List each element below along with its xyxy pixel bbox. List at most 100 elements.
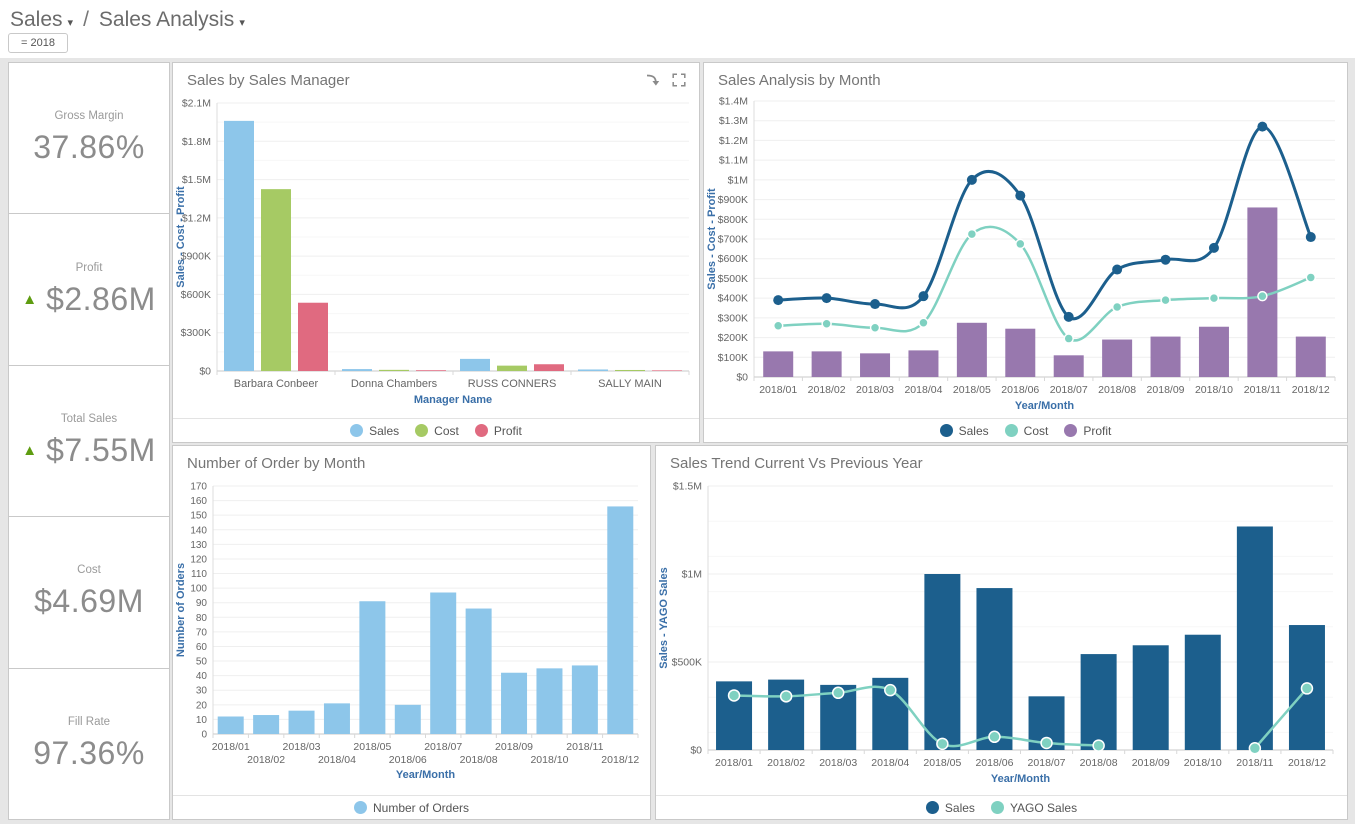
marker-cost[interactable] (1113, 303, 1122, 312)
marker-sales[interactable] (918, 291, 928, 301)
marker-sales[interactable] (1161, 255, 1171, 265)
marker-sales[interactable] (1306, 232, 1316, 242)
breadcrumb-dashboard-group[interactable]: Sales ▾ (10, 8, 73, 32)
breadcrumb-dashboard-name[interactable]: Sales Analysis ▾ (99, 8, 245, 32)
bar-profit[interactable] (416, 370, 446, 371)
bar-number-of-orders[interactable] (253, 715, 279, 734)
bar-number-of-orders[interactable] (359, 601, 385, 734)
bar-sales[interactable] (1237, 526, 1273, 750)
legend-item-sales[interactable]: Sales (350, 424, 399, 438)
marker-yago-sales[interactable] (1249, 743, 1260, 754)
marker-yago-sales[interactable] (989, 731, 1000, 742)
marker-cost[interactable] (1306, 273, 1315, 282)
kpi-card-total-sales[interactable]: Total Sales▲$7.55M (8, 365, 170, 517)
marker-cost[interactable] (967, 230, 976, 239)
bar-number-of-orders[interactable] (430, 592, 456, 734)
bar-sales[interactable] (1133, 645, 1169, 750)
kpi-card-profit[interactable]: Profit▲$2.86M (8, 213, 170, 365)
legend-item-profit[interactable]: Profit (1064, 424, 1111, 438)
chart-sales-analysis-by-month[interactable]: $0$100K$200K$300K$400K$500K$600K$700K$80… (704, 95, 1347, 413)
legend-item-sales[interactable]: Sales (926, 801, 975, 815)
bar-profit[interactable] (652, 370, 682, 371)
marker-cost[interactable] (1258, 292, 1267, 301)
chart-sales-by-manager[interactable]: $0$300K$600K$900K$1.2M$1.5M$1.8M$2.1MBar… (173, 95, 699, 413)
marker-cost[interactable] (822, 319, 831, 328)
marker-yago-sales[interactable] (937, 738, 948, 749)
bar-sales[interactable] (924, 574, 960, 750)
drill-down-icon[interactable] (645, 72, 661, 88)
bar-profit[interactable] (860, 353, 890, 377)
year-filter-chip[interactable]: = 2018 (8, 33, 68, 53)
bar-number-of-orders[interactable] (501, 673, 527, 734)
bar-number-of-orders[interactable] (536, 668, 562, 734)
x-tick-label: Barbara Conbeer (234, 378, 319, 390)
bar-cost[interactable] (261, 189, 291, 371)
marker-yago-sales[interactable] (781, 691, 792, 702)
bar-number-of-orders[interactable] (395, 705, 421, 734)
bar-sales[interactable] (224, 121, 254, 371)
chart-sales-trend[interactable]: $0$500K$1M$1.5M2018/012018/022018/032018… (656, 478, 1347, 790)
marker-sales[interactable] (870, 299, 880, 309)
marker-yago-sales[interactable] (1093, 740, 1104, 751)
bar-cost[interactable] (497, 366, 527, 371)
bar-sales[interactable] (976, 588, 1012, 750)
marker-sales[interactable] (822, 293, 832, 303)
legend-item-cost[interactable]: Cost (1005, 424, 1049, 438)
bar-profit[interactable] (1296, 337, 1326, 377)
bar-sales[interactable] (578, 369, 608, 371)
marker-yago-sales[interactable] (1041, 737, 1052, 748)
marker-yago-sales[interactable] (833, 687, 844, 698)
kpi-card-fill-rate[interactable]: Fill Rate97.36% (8, 668, 170, 820)
bar-number-of-orders[interactable] (607, 506, 633, 734)
expand-icon[interactable] (671, 72, 687, 88)
marker-cost[interactable] (774, 321, 783, 330)
marker-sales[interactable] (967, 175, 977, 185)
kpi-card-cost[interactable]: Cost$4.69M (8, 516, 170, 668)
legend-item-cost[interactable]: Cost (415, 424, 459, 438)
marker-cost[interactable] (919, 318, 928, 327)
marker-sales[interactable] (1064, 312, 1074, 322)
bar-profit[interactable] (1151, 337, 1181, 377)
marker-sales[interactable] (1112, 265, 1122, 275)
legend-item-profit[interactable]: Profit (475, 424, 522, 438)
kpi-card-gross-margin[interactable]: Gross Margin37.86% (8, 62, 170, 214)
bar-profit[interactable] (298, 303, 328, 371)
bar-profit[interactable] (1005, 329, 1035, 377)
marker-yago-sales[interactable] (1301, 683, 1312, 694)
marker-cost[interactable] (1209, 294, 1218, 303)
bar-number-of-orders[interactable] (289, 711, 315, 734)
marker-cost[interactable] (1161, 296, 1170, 305)
marker-cost[interactable] (871, 323, 880, 332)
bar-profit[interactable] (763, 351, 793, 377)
marker-sales[interactable] (773, 295, 783, 305)
bar-number-of-orders[interactable] (572, 665, 598, 734)
bar-sales[interactable] (1185, 635, 1221, 750)
legend-item-number-of-orders[interactable]: Number of Orders (354, 801, 469, 815)
bar-profit[interactable] (812, 351, 842, 377)
legend-item-sales[interactable]: Sales (940, 424, 989, 438)
y-tick-label: 0 (201, 730, 207, 741)
bar-sales[interactable] (460, 359, 490, 371)
bar-profit[interactable] (957, 323, 987, 377)
legend-item-yago-sales[interactable]: YAGO Sales (991, 801, 1077, 815)
bar-profit[interactable] (534, 364, 564, 371)
marker-sales[interactable] (1209, 243, 1219, 253)
bar-cost[interactable] (615, 370, 645, 371)
marker-cost[interactable] (1064, 334, 1073, 343)
marker-yago-sales[interactable] (885, 685, 896, 696)
bar-number-of-orders[interactable] (324, 703, 350, 734)
bar-number-of-orders[interactable] (218, 716, 244, 734)
marker-sales[interactable] (1257, 122, 1267, 132)
marker-cost[interactable] (1016, 239, 1025, 248)
bar-profit[interactable] (1199, 327, 1229, 377)
bar-profit[interactable] (1102, 340, 1132, 377)
bar-profit[interactable] (1054, 355, 1084, 377)
marker-yago-sales[interactable] (729, 690, 740, 701)
marker-sales[interactable] (1015, 191, 1025, 201)
bar-number-of-orders[interactable] (466, 609, 492, 734)
bar-cost[interactable] (379, 370, 409, 371)
chart-number-of-orders[interactable]: 0102030405060708090100110120130140150160… (173, 478, 650, 790)
bar-profit[interactable] (908, 350, 938, 377)
bar-sales[interactable] (1081, 654, 1117, 750)
bar-sales[interactable] (342, 369, 372, 371)
